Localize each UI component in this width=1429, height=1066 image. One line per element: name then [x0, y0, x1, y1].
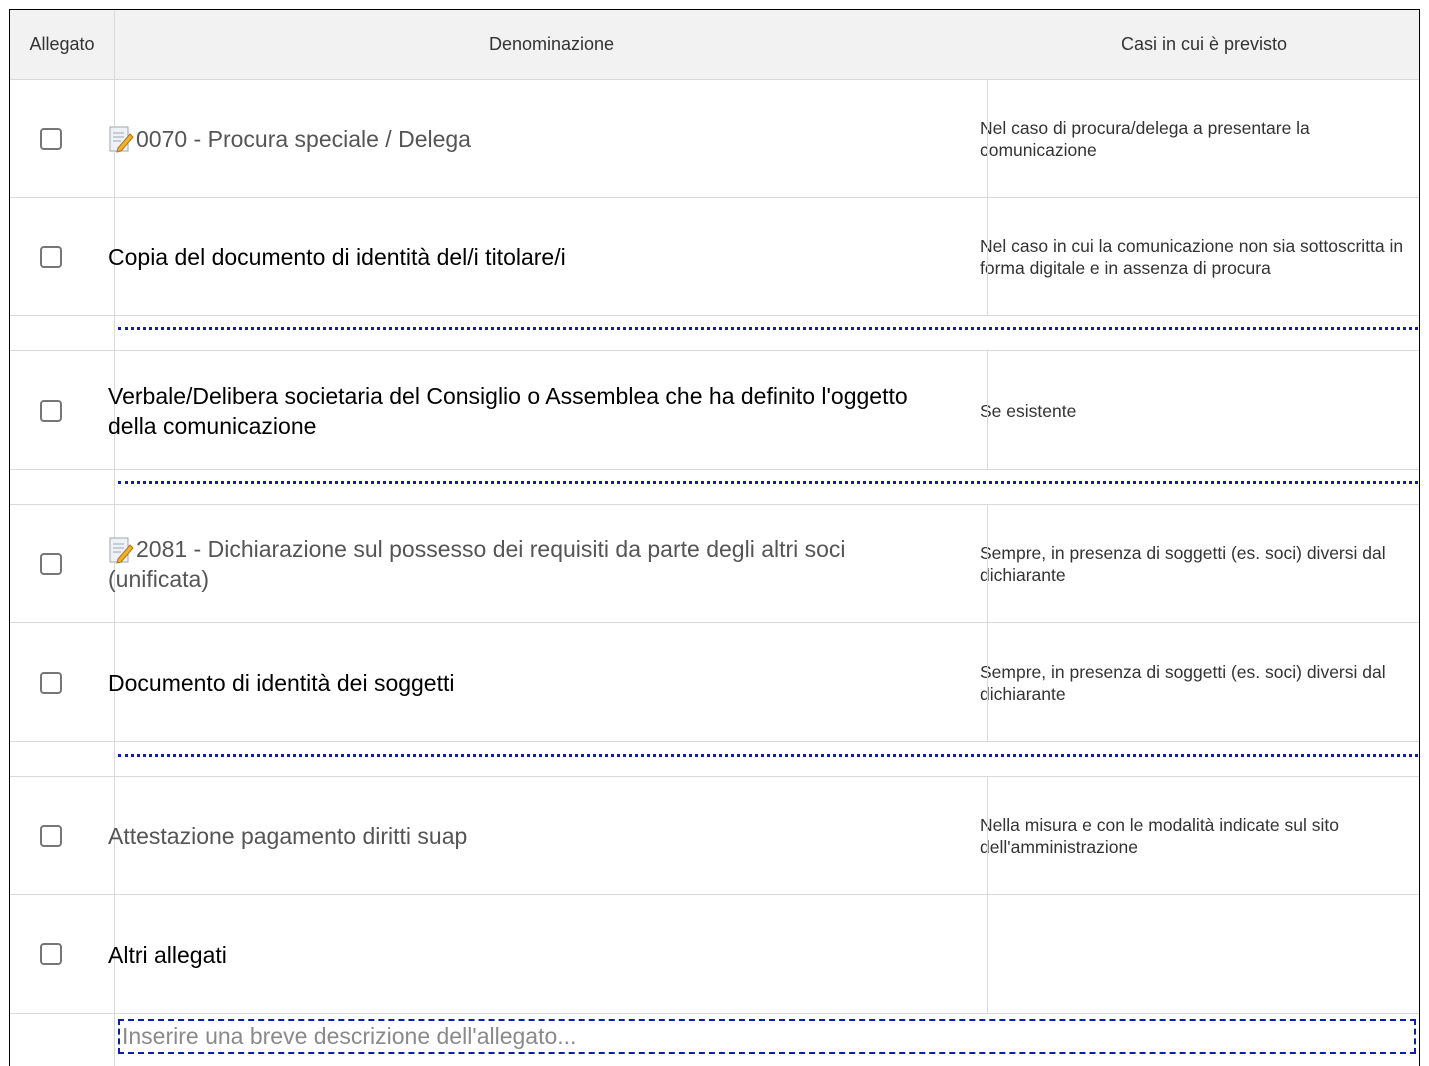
header-cases: Casi in cui è previsto — [1120, 34, 1288, 54]
column-divider-2 — [987, 777, 988, 894]
row-3-name: Verbale/Delibera societaria del Consigli… — [108, 382, 908, 439]
group-separator — [10, 316, 1419, 351]
row-5-cases: Sempre, in presenza di soggetti (es. soc… — [980, 661, 1386, 704]
column-divider-2 — [987, 895, 988, 1013]
group-separator-line — [118, 481, 1418, 484]
row-1-cases: Nel caso di procura/delega a presentare … — [980, 118, 1310, 160]
table-header: Allegato Denominazione Casi in cui è pre… — [10, 10, 1419, 80]
column-divider-2 — [987, 623, 988, 741]
column-divider-2 — [987, 198, 988, 315]
header-name: Denominazione — [488, 34, 615, 54]
row-5-checkbox[interactable] — [40, 672, 62, 694]
column-divider-2 — [987, 505, 988, 622]
row-7-name: Altri allegati — [108, 941, 227, 968]
row-4-label: 2081 - Dichiarazione sul possesso dei re… — [108, 535, 846, 593]
edit-document-icon — [109, 537, 134, 565]
column-divider-2 — [987, 351, 988, 469]
row-4-name[interactable]: 2081 - Dichiarazione sul possesso dei re… — [108, 505, 948, 623]
row-2-name: Copia del documento di identità del/i ti… — [108, 244, 566, 270]
row-5-name: Documento di identità dei soggetti — [108, 669, 455, 696]
row-4-name-wrap: 2081 - Dichiarazione sul possesso dei re… — [108, 534, 948, 595]
attachments-table: Allegato Denominazione Casi in cui è pre… — [0, 0, 1429, 1066]
row-7-checkbox[interactable] — [40, 943, 62, 965]
row-1-checkbox[interactable] — [40, 128, 62, 150]
group-separator — [10, 470, 1419, 505]
row-2-cases: Nel caso in cui la comunicazione non sia… — [980, 236, 1404, 278]
column-divider-2 — [987, 80, 988, 197]
row-7-cases — [980, 895, 1410, 1014]
row-1-label: 0070 - Procura speciale / Delega — [136, 126, 471, 152]
group-separator-line — [118, 327, 1418, 330]
row-6-name: Attestazione pagamento diritti suap — [108, 823, 468, 849]
group-separator — [10, 742, 1419, 777]
row-2-checkbox[interactable] — [40, 246, 62, 268]
row-3-checkbox[interactable] — [40, 400, 62, 422]
row-6-checkbox[interactable] — [40, 825, 62, 847]
attachment-description-input[interactable] — [118, 1019, 1416, 1054]
row-4-checkbox[interactable] — [40, 553, 62, 575]
row-1-name[interactable]: 0070 - Procura speciale / Delega — [108, 80, 968, 198]
row-4-cases: Sempre, in presenza di soggetti (es. soc… — [980, 543, 1386, 585]
row-6-cases: Nella misura e con le modalità indicate … — [980, 815, 1339, 857]
group-separator-line — [118, 754, 1418, 757]
header-attached: Allegato — [29, 34, 95, 54]
row-3-cases: Se esistente — [980, 400, 1077, 421]
edit-document-icon — [109, 126, 134, 153]
